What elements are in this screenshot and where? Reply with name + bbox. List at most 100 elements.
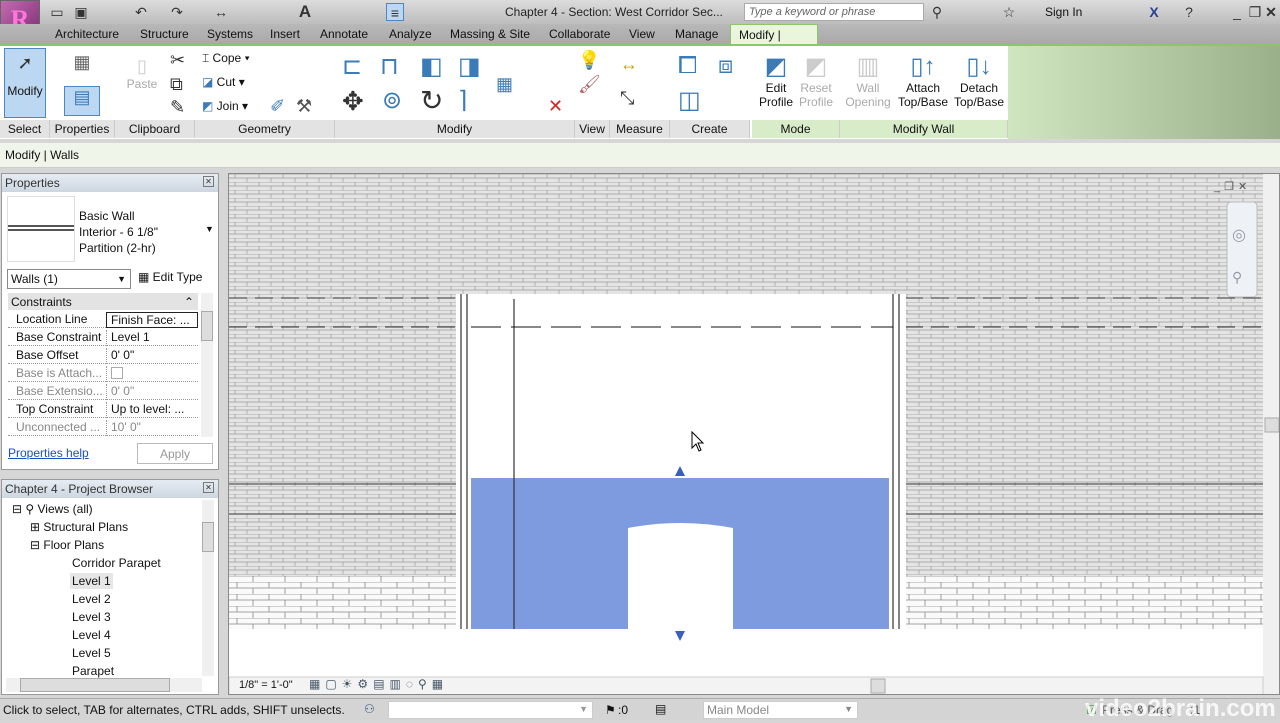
type-properties-icon[interactable]: ▦ xyxy=(66,52,98,73)
properties-scrollbar[interactable] xyxy=(201,293,213,437)
attach-top-base-button[interactable]: ▯↑ Attach Top/Base xyxy=(895,52,951,109)
delete-icon[interactable]: ✕ xyxy=(548,96,563,117)
panel-select[interactable]: Select xyxy=(0,120,50,138)
wall-opening-button[interactable]: ▥ Wall Opening xyxy=(844,52,892,109)
create-group-icon[interactable]: ⧠ xyxy=(678,52,697,80)
offset-icon[interactable]: ⊓ xyxy=(380,52,399,81)
constraints-group[interactable]: Constraints ⌃ xyxy=(8,293,198,310)
tree-item-level-3[interactable]: Level 3 xyxy=(72,610,111,624)
tree-item-level-1[interactable]: Level 1 xyxy=(70,573,113,589)
tree-item-views[interactable]: ⊟ ⚲ Views (all) xyxy=(12,502,93,516)
horizontal-scrollbar-thumb[interactable] xyxy=(870,678,886,694)
workset-dropdown[interactable]: ▼ xyxy=(388,701,593,719)
cut-icon[interactable]: ✂ xyxy=(170,50,185,71)
property-row[interactable]: Base is Attach... xyxy=(8,364,198,382)
drawing-canvas[interactable]: ◎ ⚲ 1/8" = 1'-0" ▦▢☀⚙▤▥◌⚲▦ _❐✕ xyxy=(228,173,1280,695)
tree-item-structural-plans[interactable]: ⊞ Structural Plans xyxy=(30,520,128,534)
property-row[interactable]: Base Offset 0' 0" xyxy=(8,346,198,364)
tab-massing-site[interactable]: Massing & Site xyxy=(450,27,530,41)
tree-item-floor-plans[interactable]: ⊟ Floor Plans xyxy=(30,538,104,552)
tab-analyze[interactable]: Analyze xyxy=(389,27,432,41)
tab-structure[interactable]: Structure xyxy=(140,27,189,41)
binoculars-icon[interactable]: ⚲ xyxy=(928,3,946,21)
tree-item-parapet[interactable]: Parapet xyxy=(72,664,114,678)
panel-geometry[interactable]: Geometry xyxy=(195,120,335,138)
section-view[interactable]: ◎ ⚲ xyxy=(229,174,1280,695)
view-window-controls[interactable]: _❐✕ xyxy=(1214,180,1251,193)
search-input[interactable]: Type a keyword or phrase xyxy=(744,3,924,21)
thin-lines-icon[interactable]: ≡ xyxy=(386,3,404,21)
tree-item-level-5[interactable]: Level 5 xyxy=(72,646,111,660)
array-icon[interactable]: ▦ xyxy=(496,74,513,95)
property-row[interactable]: Base Extensio... 0' 0" xyxy=(8,382,198,400)
browser-horizontal-scrollbar[interactable] xyxy=(6,678,202,692)
panel-properties[interactable]: Properties xyxy=(50,120,115,138)
edit-profile-button[interactable]: ◩ Edit Profile xyxy=(756,52,796,109)
modify-button[interactable]: ➚ Modify xyxy=(4,48,46,118)
editing-requests-icon[interactable]: ⚑ xyxy=(605,703,616,717)
panel-modify[interactable]: Modify xyxy=(335,120,575,138)
create-parts-icon[interactable]: ◫ xyxy=(678,86,701,115)
undo-icon[interactable]: ↶ xyxy=(132,3,150,21)
detach-top-base-button[interactable]: ▯↓ Detach Top/Base xyxy=(951,52,1007,109)
type-selector[interactable]: Basic Wall Interior - 6 1/8" Partition (2-… xyxy=(7,196,215,264)
text-icon[interactable]: A xyxy=(296,3,314,21)
close-icon[interactable]: ✕ xyxy=(203,176,214,187)
design-options-icon[interactable]: ▤ xyxy=(655,702,666,716)
paint-icon[interactable]: ✐ xyxy=(270,96,285,117)
aligned-dimension-icon[interactable]: ↔ xyxy=(620,54,638,75)
zoom-icon[interactable]: ⚲ xyxy=(1232,269,1242,285)
close-icon[interactable]: ✕ xyxy=(1262,3,1280,21)
copy-icon[interactable]: ⧉ xyxy=(170,74,183,95)
tree-item-level-4[interactable]: Level 4 xyxy=(72,628,111,642)
tree-item-corridor-parapet[interactable]: Corridor Parapet xyxy=(72,556,161,570)
tree-item-level-2[interactable]: Level 2 xyxy=(72,592,111,606)
paste-button[interactable]: ▯ Paste xyxy=(124,56,160,91)
vertical-scrollbar[interactable] xyxy=(1263,174,1280,695)
mirror-draw-axis-icon[interactable]: ◨ xyxy=(458,52,481,81)
properties-toggle-icon[interactable]: ▤ xyxy=(64,86,100,116)
star-icon[interactable]: ☆ xyxy=(1000,3,1018,21)
measure-distance-icon[interactable]: ⤡ xyxy=(620,88,634,109)
sign-in-button[interactable]: Sign In xyxy=(1045,5,1082,19)
panel-clipboard[interactable]: Clipboard xyxy=(115,120,195,138)
open-icon[interactable]: ▭ xyxy=(48,3,66,21)
rotate-icon[interactable]: ↻ xyxy=(420,84,443,117)
join-button[interactable]: ◩ Join ▾ xyxy=(202,99,248,113)
worksets-icon[interactable]: ⚇ xyxy=(364,702,375,716)
override-graphics-icon[interactable]: 🖌 xyxy=(578,74,601,95)
match-type-icon[interactable]: ✎ xyxy=(170,97,185,118)
edit-type-button[interactable]: ▦ Edit Type xyxy=(138,270,202,284)
reset-profile-button[interactable]: ◩ Reset Profile xyxy=(796,52,836,109)
tab-systems[interactable]: Systems xyxy=(207,27,253,41)
mirror-pick-axis-icon[interactable]: ◧ xyxy=(420,52,443,81)
panel-create[interactable]: Create xyxy=(670,120,750,138)
demolish-icon[interactable]: ⚒ xyxy=(296,96,312,117)
measure-icon[interactable]: ↔ xyxy=(212,3,230,21)
tab-insert[interactable]: Insert xyxy=(270,27,300,41)
tab-manage[interactable]: Manage xyxy=(675,27,718,41)
apply-button[interactable]: Apply xyxy=(137,443,213,464)
instance-filter-dropdown[interactable]: Walls (1) ▼ xyxy=(7,269,131,289)
close-icon[interactable]: ✕ xyxy=(203,482,214,493)
trim-extend-icon[interactable]: ⌉ xyxy=(458,86,467,115)
scrollbar-thumb[interactable] xyxy=(1264,417,1279,433)
browser-vertical-scrollbar[interactable] xyxy=(202,500,214,676)
property-row[interactable]: Top Constraint Up to level: ... xyxy=(8,400,198,418)
properties-help-link[interactable]: Properties help xyxy=(8,446,89,460)
tab-modify-walls[interactable]: Modify | Walls xyxy=(730,24,818,56)
redo-icon[interactable]: ↷ xyxy=(168,3,186,21)
steering-wheel-icon[interactable]: ◎ xyxy=(1232,227,1246,244)
help-icon[interactable]: ? xyxy=(1180,3,1198,21)
move-icon[interactable]: ✥ xyxy=(342,86,364,117)
panel-view[interactable]: View xyxy=(575,120,610,138)
checkbox[interactable] xyxy=(111,367,123,379)
panel-measure[interactable]: Measure xyxy=(610,120,670,138)
design-option-dropdown[interactable]: Main Model ▼ xyxy=(703,701,858,719)
tab-collaborate[interactable]: Collaborate xyxy=(549,27,610,41)
property-row[interactable]: Location Line Finish Face: ... xyxy=(8,310,198,328)
save-icon[interactable]: ▣ xyxy=(72,3,90,21)
cut-geometry-button[interactable]: ◪ Cut ▾ xyxy=(202,75,245,89)
align-icon[interactable]: ⊏ xyxy=(342,52,362,81)
minimize-icon[interactable]: _ xyxy=(1228,3,1246,21)
